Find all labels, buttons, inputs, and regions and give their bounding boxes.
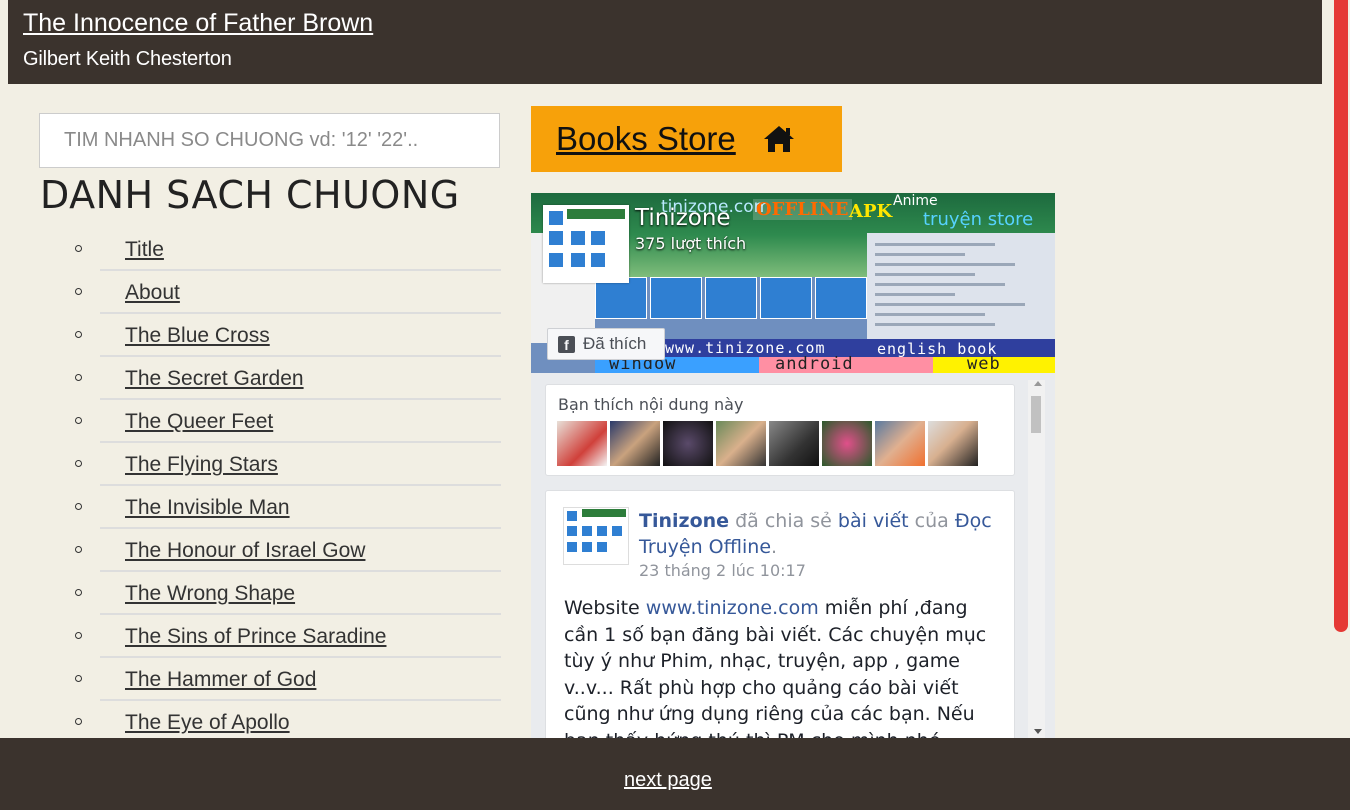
page-avatar[interactable]	[543, 205, 629, 283]
chapter-link[interactable]: The Wrong Shape	[125, 582, 295, 606]
list-item: The Hammer of God	[70, 659, 501, 702]
list-item: The Queer Feet	[70, 401, 501, 444]
scroll-up-icon[interactable]	[1034, 381, 1042, 386]
bullet-icon	[75, 589, 82, 596]
chapter-link[interactable]: The Eye of Apollo	[125, 711, 290, 735]
facebook-post: Tinizone đã chia sẻ bài viết của Đọc Tru…	[545, 490, 1015, 738]
bullet-icon	[75, 288, 82, 295]
post-author-avatar[interactable]	[563, 507, 629, 565]
page-scrollbar[interactable]	[1333, 0, 1350, 738]
cover-anime-text: Anime	[893, 193, 938, 209]
list-item: The Honour of Israel Gow	[70, 530, 501, 573]
chapter-link[interactable]: The Sins of Prince Saradine	[125, 625, 386, 649]
friend-avatar[interactable]	[716, 421, 766, 466]
post-of-text: của	[914, 510, 949, 532]
bullet-icon	[75, 331, 82, 338]
list-item: The Invisible Man	[70, 487, 501, 530]
cover-offline-text: OFFLINE	[753, 199, 852, 220]
list-item: The Wrong Shape	[70, 573, 501, 616]
facebook-page-name[interactable]: Tinizone	[635, 205, 731, 231]
facebook-page-widget: tinizone.com OFFLINE APK Anime truyện st…	[531, 193, 1055, 738]
screenshot-thumbnail	[867, 233, 1055, 341]
friend-avatar[interactable]	[769, 421, 819, 466]
list-item: The Secret Garden	[70, 358, 501, 401]
liked-button-label: Đã thích	[583, 334, 647, 353]
next-page-link[interactable]: next page	[624, 769, 712, 792]
book-title-link[interactable]: The Innocence of Father Brown	[23, 9, 373, 38]
bullet-icon	[75, 718, 82, 725]
page-scrollbar-thumb[interactable]	[1334, 0, 1348, 632]
friend-avatar[interactable]	[875, 421, 925, 466]
chapter-link[interactable]: The Hammer of God	[125, 668, 316, 692]
friend-avatar[interactable]	[557, 421, 607, 466]
facebook-like-count: 375 lượt thích	[635, 234, 747, 253]
bullet-icon	[75, 460, 82, 467]
bullet-icon	[75, 374, 82, 381]
bullet-icon	[75, 417, 82, 424]
post-author-link[interactable]: Tinizone	[639, 510, 729, 532]
chapter-link[interactable]: The Honour of Israel Gow	[125, 539, 365, 563]
chapter-link[interactable]: About	[125, 281, 180, 305]
facebook-icon: f	[558, 335, 575, 353]
bullet-icon	[75, 245, 82, 252]
liked-button[interactable]: f Đã thích	[547, 328, 665, 360]
post-body: Website www.tinizone.com miễn phí ,đang …	[564, 595, 1004, 738]
bullet-icon	[75, 546, 82, 553]
chapter-link[interactable]: The Blue Cross	[125, 324, 270, 348]
book-author: Gilbert Keith Chesterton	[23, 48, 232, 70]
list-item: About	[70, 272, 501, 315]
cover-apk-text: APK	[849, 201, 893, 222]
friends-like-label: Bạn thích nội dung này	[558, 395, 744, 414]
scroll-down-icon[interactable]	[1034, 729, 1042, 734]
chapter-link[interactable]: The Queer Feet	[125, 410, 273, 434]
post-period: .	[771, 536, 778, 558]
widget-scrollbar-thumb[interactable]	[1031, 396, 1041, 433]
post-header: Tinizone đã chia sẻ bài viết của Đọc Tru…	[639, 508, 1009, 560]
books-store-link[interactable]: Books Store	[556, 120, 736, 158]
chapter-link[interactable]: The Invisible Man	[125, 496, 290, 520]
chapter-search-input[interactable]	[39, 113, 500, 168]
post-shared-text: đã chia sẻ	[735, 510, 832, 532]
books-store-button[interactable]: Books Store	[531, 106, 842, 172]
cover-android-text: android	[775, 354, 854, 373]
bullet-icon	[75, 675, 82, 682]
list-item: The Blue Cross	[70, 315, 501, 358]
friend-avatar[interactable]	[822, 421, 872, 466]
list-item: Title	[70, 229, 501, 272]
chapter-list: Title About The Blue Cross The Secret Ga…	[70, 229, 501, 745]
friend-avatar[interactable]	[928, 421, 978, 466]
list-item: The Sins of Prince Saradine	[70, 616, 501, 659]
post-link[interactable]: bài viết	[838, 510, 909, 532]
friend-avatar[interactable]	[663, 421, 713, 466]
chapter-list-heading: DANH SACH CHUONG	[40, 173, 460, 217]
chapter-link[interactable]: The Flying Stars	[125, 453, 278, 477]
home-icon	[763, 126, 794, 152]
chapter-link[interactable]: The Secret Garden	[125, 367, 304, 391]
post-body-prefix: Website	[564, 597, 640, 619]
friends-like-card: Bạn thích nội dung này	[545, 384, 1015, 476]
post-timestamp[interactable]: 23 tháng 2 lúc 10:17	[639, 561, 806, 580]
cover-web-text: web	[967, 354, 1001, 373]
widget-scrollbar[interactable]	[1028, 380, 1045, 738]
footer: next page	[0, 738, 1350, 810]
cover-store-text: truyện store	[923, 209, 1034, 230]
header: The Innocence of Father Brown Gilbert Ke…	[8, 0, 1322, 84]
post-body-link[interactable]: www.tinizone.com	[646, 597, 819, 619]
bullet-icon	[75, 632, 82, 639]
bullet-icon	[75, 503, 82, 510]
list-item: The Flying Stars	[70, 444, 501, 487]
friend-avatar[interactable]	[610, 421, 660, 466]
chapter-link[interactable]: Title	[125, 238, 164, 262]
